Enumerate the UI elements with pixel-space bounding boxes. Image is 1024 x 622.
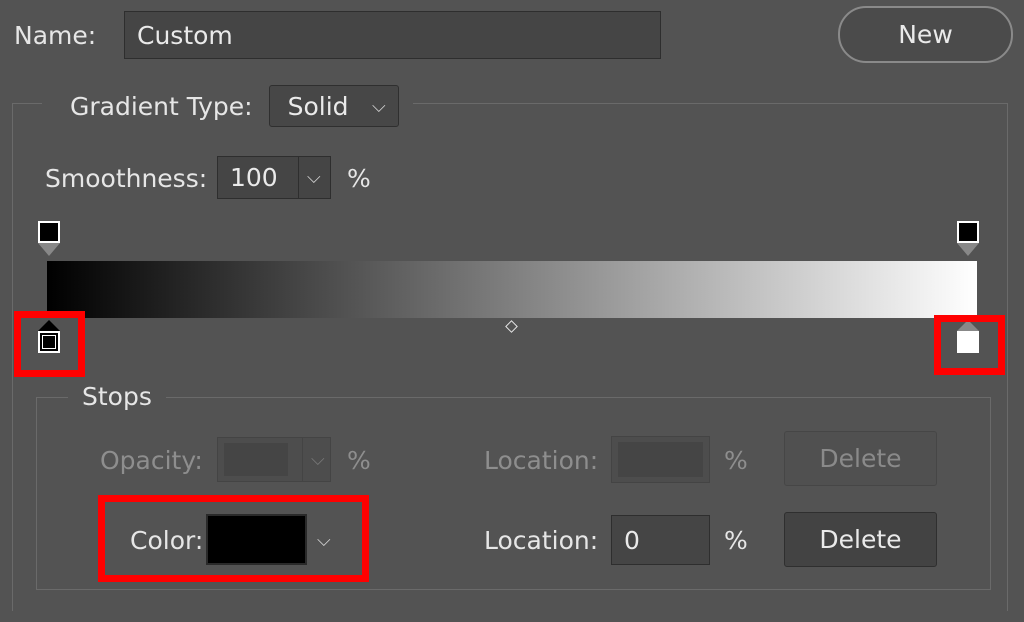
chevron-down-icon[interactable]: ⌵: [311, 449, 325, 470]
new-button-label: New: [898, 20, 953, 49]
opacity-stop-right[interactable]: [957, 221, 979, 259]
opacity-input[interactable]: ⌵: [217, 437, 331, 482]
color-location-label: Location:: [484, 526, 599, 555]
opacity-location-percent: %: [724, 446, 748, 475]
chevron-down-icon: ⌵: [371, 95, 386, 117]
gradient-type-label: Gradient Type:: [70, 91, 253, 121]
smoothness-value: 100: [230, 163, 278, 192]
smoothness-percent: %: [347, 164, 371, 193]
opacity-location-input[interactable]: [611, 436, 710, 483]
color-location-value: 0: [624, 525, 640, 555]
highlight-right-stop: [934, 315, 1005, 375]
opacity-location-value: [618, 442, 703, 477]
opacity-stop-left-pointer: [38, 243, 60, 256]
opacity-stop-left-swatch: [38, 221, 60, 243]
name-input-value: Custom: [137, 20, 233, 50]
gradient-type-dropdown[interactable]: Solid ⌵: [268, 85, 399, 127]
opacity-delete-button[interactable]: Delete: [784, 431, 937, 486]
chevron-down-icon[interactable]: ⌵: [307, 167, 321, 188]
smoothness-label: Smoothness:: [45, 164, 208, 193]
highlight-color-row: [98, 495, 369, 582]
gradient-preview-bar[interactable]: [47, 261, 977, 318]
gradient-type-legend: Gradient Type: Solid ⌵: [42, 85, 413, 127]
highlight-left-stop: [14, 311, 85, 377]
name-label: Name:: [14, 21, 97, 50]
stops-title: Stops: [68, 384, 166, 409]
smoothness-input[interactable]: 100 ⌵: [217, 156, 331, 199]
name-input[interactable]: Custom: [124, 11, 661, 59]
color-location-input[interactable]: 0: [611, 515, 710, 565]
opacity-value: [224, 443, 288, 476]
color-delete-button[interactable]: Delete: [784, 512, 937, 567]
new-button[interactable]: New: [838, 6, 1013, 63]
color-delete-label: Delete: [819, 525, 902, 554]
opacity-location-label: Location:: [484, 446, 599, 475]
gradient-midpoint-diamond[interactable]: [505, 320, 518, 333]
gradient-type-value: Solid: [287, 91, 349, 121]
opacity-stop-right-swatch: [957, 221, 979, 243]
opacity-stop-right-pointer: [957, 243, 979, 256]
opacity-stop-left[interactable]: [38, 221, 60, 259]
opacity-delete-label: Delete: [819, 444, 902, 473]
color-location-percent: %: [724, 526, 748, 555]
opacity-percent: %: [347, 446, 371, 475]
opacity-label: Opacity:: [100, 446, 203, 475]
